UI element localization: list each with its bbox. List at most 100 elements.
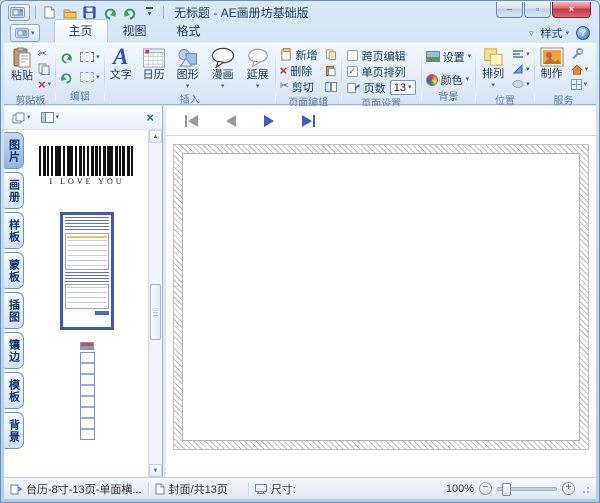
insert-text-button[interactable]: A 文字 [107, 46, 135, 82]
page-icon [155, 483, 165, 495]
first-page-button[interactable] [182, 113, 201, 129]
help-button[interactable]: ? [576, 26, 590, 40]
thumbnail-list: I LOVE YOU [26, 130, 148, 477]
delete-button[interactable]: ×▾ [36, 77, 53, 91]
single-page-layout-label: 单页排列 [362, 64, 406, 80]
scroll-thumb[interactable] [150, 284, 161, 340]
style-dropdown-button[interactable]: 样式 ▾ [540, 25, 569, 41]
tools-button[interactable] [569, 47, 591, 61]
panel-pages-dropdown-button[interactable]: ▾ [10, 111, 33, 125]
zoom-slider-track[interactable] [497, 487, 557, 491]
insert-comic-button[interactable]: 漫画 ▾ [207, 46, 239, 91]
panel-close-button[interactable]: × [144, 111, 156, 124]
shadow-button[interactable]: ▾ [510, 77, 532, 91]
last-page-button[interactable] [299, 113, 318, 129]
panel-layout-dropdown-button[interactable]: ▾ [39, 111, 62, 124]
redo-edit-button[interactable] [58, 70, 75, 84]
insert-extend-button[interactable]: 延展 ▾ [243, 46, 273, 91]
app-window: ▾ 无标题 - AE画册坊基础版 – ▫ × ▾ 主页 视图 格式 ▿ 样式 ▾… [0, 0, 600, 503]
page-canvas[interactable] [182, 153, 580, 441]
background-color-button[interactable]: 颜色 ▾ [424, 72, 472, 87]
page-spread-button[interactable] [323, 80, 339, 94]
tab-label: 镶边 [6, 339, 22, 363]
selection-marquee-icon [80, 52, 94, 62]
zoom-out-button[interactable]: − [479, 482, 492, 495]
insert-shapes-button[interactable]: 图形 ▾ [173, 46, 203, 91]
app-logo-button[interactable] [8, 4, 30, 21]
tab-view[interactable]: 视图 [108, 19, 162, 43]
thumbnail-filmstrip[interactable] [80, 352, 95, 440]
tab-home[interactable]: 主页 [54, 19, 108, 43]
undo-edit-button[interactable] [58, 50, 75, 64]
page-add-icon [280, 48, 293, 61]
paste-button[interactable]: 粘贴 [8, 46, 36, 84]
select-object-button[interactable]: ▾ [78, 70, 102, 84]
speech-bubble-outline-icon [246, 47, 270, 68]
align-lines-icon [512, 49, 524, 59]
close-button[interactable]: × [552, 2, 591, 18]
minimize-button[interactable]: – [496, 2, 523, 18]
template-status[interactable]: 台历-8寸-13页-单面横... [10, 481, 142, 497]
single-page-layout-checkbox[interactable]: ✓ 单页排列 [347, 64, 406, 79]
undo-icon [103, 6, 117, 20]
tab-format[interactable]: 格式 [162, 19, 216, 43]
arrange-button[interactable]: 排列 ▾ [478, 46, 508, 90]
category-tab-border[interactable]: 镶边 [4, 332, 24, 369]
dropdown-arrow-icon: ▾ [408, 84, 412, 91]
category-tab-mask[interactable]: 蒙板 [4, 252, 24, 289]
page-cut-button[interactable]: ✂ 剪切 [278, 79, 320, 94]
zoom-in-button[interactable]: + [562, 482, 575, 495]
home-button[interactable]: ▾ [569, 62, 591, 76]
restore-button[interactable]: ▫ [524, 2, 551, 18]
page-info-status[interactable]: 封面/共13页 [155, 481, 228, 497]
redo-icon [60, 71, 73, 84]
zoom-slider-thumb[interactable] [502, 483, 511, 496]
group-clipboard: 粘贴 ✂ ×▾ 剪贴板 [6, 45, 55, 104]
scroll-down-button[interactable]: ▼ [149, 464, 162, 477]
category-tab-album[interactable]: 画册 [4, 172, 24, 209]
page-copy-button[interactable] [323, 48, 339, 62]
thumbnail-filmstrip-cap[interactable] [80, 342, 94, 350]
category-tab-sample[interactable]: 样板 [4, 212, 24, 249]
cross-page-edit-checkbox[interactable]: 跨页编辑 [347, 48, 406, 63]
cut-button[interactable]: ✂ [36, 47, 53, 61]
selection-marquee-icon [80, 72, 94, 82]
rotate-button[interactable]: ▾ [510, 62, 532, 76]
insert-comic-label: 漫画 [212, 69, 234, 82]
background-settings-button[interactable]: 设置 ▾ [424, 49, 474, 64]
background-picture-icon [426, 51, 440, 62]
thumbnail-barcode[interactable]: I LOVE YOU [39, 146, 135, 186]
style-label: 样式 [540, 25, 562, 41]
separator [148, 482, 149, 496]
separator [35, 6, 36, 19]
copy-button[interactable] [36, 62, 53, 76]
grid-options-button[interactable]: ▾ [569, 77, 591, 91]
scroll-track[interactable] [149, 143, 162, 464]
category-tab-illustration[interactable]: 插图 [4, 292, 24, 329]
make-button[interactable]: 制作 [537, 46, 567, 82]
insert-calendar-button[interactable]: 日历 [139, 46, 169, 83]
collapse-ribbon-icon[interactable]: ▿ [529, 28, 534, 39]
app-menu-button[interactable]: ▾ [10, 24, 40, 42]
align-button[interactable]: ▾ [510, 47, 532, 61]
category-tab-pictures[interactable]: 图片 [4, 132, 24, 169]
page-delete-button[interactable]: × 删除 [278, 63, 320, 78]
resize-grip-icon[interactable] [580, 484, 590, 494]
thumbnail-blue-form[interactable] [60, 212, 114, 330]
page-count-select[interactable]: 13 ▾ [390, 80, 416, 95]
dropdown-arrow-icon: ▾ [468, 53, 472, 60]
next-page-button[interactable] [261, 113, 277, 129]
group-page-edit: 新增 × 删除 ✂ 剪切 页面编辑 [276, 45, 341, 104]
page-add-button[interactable]: 新增 [278, 47, 320, 62]
select-marquee-button[interactable]: ▾ [78, 50, 102, 64]
tab-label: 图片 [6, 139, 22, 163]
last-page-icon [313, 115, 315, 127]
scroll-up-button[interactable]: ▲ [149, 130, 162, 143]
previous-page-button[interactable] [223, 113, 239, 129]
category-tab-background[interactable]: 背景 [4, 412, 24, 449]
category-tab-template[interactable]: 模板 [4, 372, 24, 409]
page-paste-button[interactable] [323, 64, 339, 78]
size-monitor-icon [255, 484, 267, 494]
pages-copy-icon [325, 49, 337, 60]
barcode-image [39, 146, 135, 176]
